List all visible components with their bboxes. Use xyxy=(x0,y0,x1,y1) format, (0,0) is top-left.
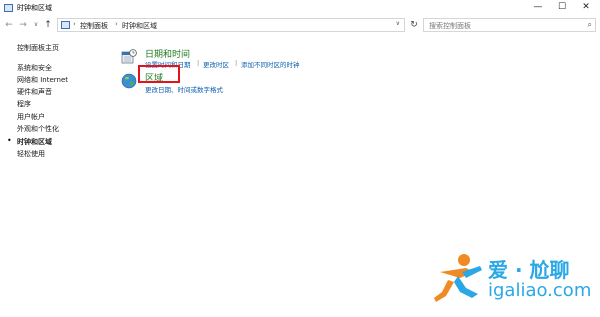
sidebar: 控制面板主页 系统和安全 网络和 Internet 硬件和声音 程序 用户帐户 … xyxy=(0,34,110,254)
sidebar-home-link[interactable]: 控制面板主页 xyxy=(17,43,59,53)
sidebar-item-network-internet[interactable]: 网络和 Internet xyxy=(17,75,68,85)
search-placeholder: 搜索控制面板 xyxy=(429,22,471,30)
close-button[interactable]: ✕ xyxy=(574,0,598,16)
sidebar-item-programs[interactable]: 程序 xyxy=(17,99,31,109)
address-bar[interactable]: › 控制面板 › 时钟和区域 ∨ xyxy=(57,18,405,32)
link-change-formats[interactable]: 更改日期、时间或数字格式 xyxy=(145,84,223,94)
active-indicator: • xyxy=(7,136,12,145)
sidebar-item-clock-region: 时钟和区域 xyxy=(17,138,52,146)
search-input[interactable]: 搜索控制面板 ⌕ xyxy=(423,18,596,32)
search-icon[interactable]: ⌕ xyxy=(588,20,592,30)
control-panel-icon xyxy=(4,4,13,12)
sidebar-item-user-accounts[interactable]: 用户帐户 xyxy=(17,112,45,122)
window-title: 时钟和区域 xyxy=(17,4,52,12)
title-bar: 时钟和区域 — ☐ ✕ xyxy=(0,0,600,16)
watermark-logo: 爱 · 尬聊 igaliao.com xyxy=(432,250,600,312)
forward-button[interactable]: → xyxy=(17,19,29,31)
sidebar-item-hardware-sound[interactable]: 硬件和声音 xyxy=(17,87,52,97)
up-button[interactable]: ↑ xyxy=(42,19,54,31)
navigation-bar: ← → ∨ ↑ › 控制面板 › 时钟和区域 ∨ ↻ 搜索控制面板 ⌕ xyxy=(0,17,600,34)
link-change-timezone[interactable]: 更改时区 xyxy=(203,59,229,69)
recent-locations-dropdown[interactable]: ∨ xyxy=(30,19,42,31)
sidebar-item-system-security[interactable]: 系统和安全 xyxy=(17,63,52,73)
watermark-url: igaliao.com xyxy=(488,280,592,301)
link-separator: | xyxy=(235,59,238,67)
watermark-brand-text: 爱 · 尬聊 xyxy=(488,258,570,282)
sidebar-item-appearance[interactable]: 外观和个性化 xyxy=(17,124,59,134)
sidebar-item-ease-of-access[interactable]: 轻松使用 xyxy=(17,149,45,159)
link-separator: | xyxy=(197,59,200,67)
highlight-box xyxy=(138,65,180,83)
link-add-clocks[interactable]: 添加不同时区的时钟 xyxy=(241,59,300,69)
control-panel-icon xyxy=(61,21,70,29)
globe-icon[interactable] xyxy=(121,73,137,89)
breadcrumb-separator[interactable]: › xyxy=(73,20,76,28)
back-button[interactable]: ← xyxy=(3,19,15,31)
refresh-button[interactable]: ↻ xyxy=(408,19,420,31)
chevron-down-icon[interactable]: ∨ xyxy=(396,20,400,27)
calendar-clock-icon[interactable] xyxy=(121,49,137,65)
minimize-button[interactable]: — xyxy=(526,0,550,16)
breadcrumb-clock-region[interactable]: 时钟和区域 xyxy=(122,21,157,31)
breadcrumb-control-panel[interactable]: 控制面板 xyxy=(80,21,108,31)
breadcrumb-separator[interactable]: › xyxy=(115,20,118,28)
runner-logo-icon xyxy=(434,254,482,302)
maximize-button[interactable]: ☐ xyxy=(550,0,574,16)
